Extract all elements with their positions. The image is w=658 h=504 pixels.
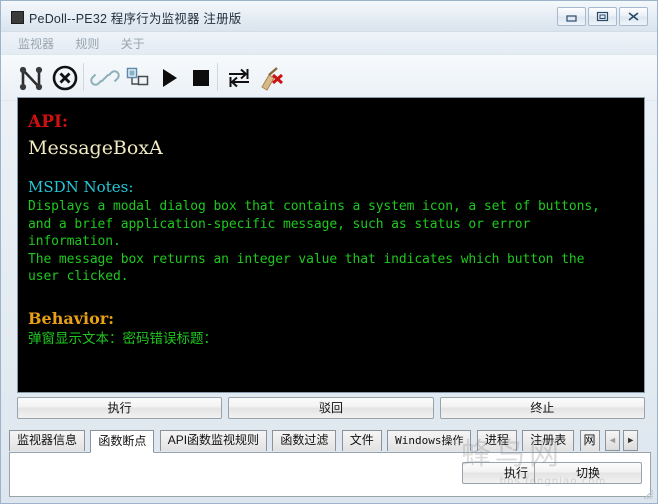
app-icon [11,11,24,24]
tab-monitor-info[interactable]: 监视器信息 [9,430,86,451]
exchange-button[interactable] [221,59,257,96]
stop-button[interactable] [183,59,219,96]
connect-button[interactable] [13,59,49,96]
connect-icon [19,66,43,90]
behavior-label: Behavior: [28,308,115,328]
tab-api-monitor-rules[interactable]: API函数监视规则 [159,430,268,451]
bottom-switch-button[interactable]: 切换 [534,462,642,484]
window-tree-icon [126,67,149,85]
attach-process-button[interactable] [119,59,155,96]
menu-monitor[interactable]: 监视器 [9,32,63,55]
resize-grip[interactable] [642,488,654,500]
tab-function-filter[interactable]: 函数过滤 [272,430,337,451]
breakpoint-bottom-pane: 执行 切换 [9,453,651,497]
tab-function-breakpoint[interactable]: 函数断点 [90,430,155,453]
title-bar: PeDoll--PE32 程序行为监视器 注册版 [1,1,657,32]
toolbar-separator-2 [217,63,218,91]
clear-button[interactable] [253,59,289,96]
terminate-button[interactable]: 终止 [439,397,645,419]
stop-square-icon [193,69,209,86]
close-icon [628,12,639,21]
window-title: PeDoll--PE32 程序行为监视器 注册版 [29,12,242,26]
api-info-console: API: MessageBoxA MSDN Notes: Displays a … [17,97,645,393]
tab-registry[interactable]: 注册表 [522,430,575,451]
action-button-row: 执行 驳回 终止 [17,397,645,419]
behavior-text: 弹窗显示文本：密码错误标题： [28,330,217,347]
maximize-icon [596,11,609,22]
link-button[interactable] [87,59,123,96]
execute-button[interactable]: 执行 [17,397,223,419]
msdn-notes-text: Displays a modal dialog box that contain… [28,199,600,284]
minimize-button[interactable] [557,7,586,26]
tab-bar: 监视器信息 函数断点 API函数监视规则 函数过滤 文件 Windows操作 进… [9,430,651,453]
maximize-button[interactable] [588,7,617,26]
api-name: MessageBoxA [28,137,163,159]
menu-about[interactable]: 关于 [112,32,154,55]
disconnect-button[interactable] [47,59,83,96]
menu-bar: 监视器 规则 关于 [1,32,657,55]
msdn-notes-label: MSDN Notes: [28,178,134,196]
tab-scroll-left-button[interactable]: ◄ [604,430,620,451]
close-button[interactable] [619,7,648,26]
minimize-icon [566,15,577,22]
tab-process[interactable]: 进程 [476,430,517,451]
tab-scroll-right-button[interactable]: ► [623,430,639,451]
broom-x-icon [261,66,283,91]
tab-network[interactable]: 网 [579,430,600,451]
api-label: API: [28,112,69,132]
circle-x-icon [52,65,78,90]
play-triangle-icon [163,68,177,87]
tab-file[interactable]: 文件 [341,430,382,451]
reject-button[interactable]: 驳回 [228,397,434,419]
application-window: PeDoll--PE32 程序行为监视器 注册版 监视器 规则 关于 API: … [0,0,658,504]
toolbar [1,55,657,101]
two-arrows-icon [229,68,249,87]
toolbar-separator-1 [83,63,84,91]
chain-link-icon [90,69,120,86]
menu-rules[interactable]: 规则 [66,32,108,55]
start-button[interactable] [151,59,187,96]
tab-windows-ops[interactable]: Windows操作 [387,430,472,451]
